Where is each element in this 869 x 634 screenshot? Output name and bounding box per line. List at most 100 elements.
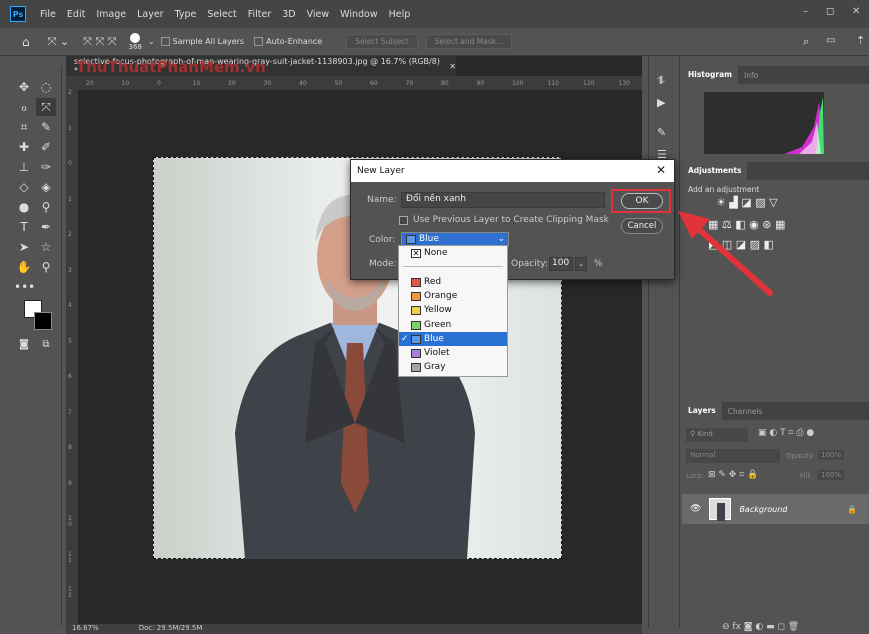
lasso-tool-icon[interactable]: ℴ: [14, 98, 34, 116]
brush-tool-icon[interactable]: ✐: [36, 138, 56, 156]
status-bar: 16.67% Doc: 29.5M/29.5M: [66, 624, 642, 634]
brush-mode-icon[interactable]: ⤧ ⤧ ⤧: [83, 35, 116, 49]
brush-settings-icon[interactable]: ✎: [657, 126, 666, 139]
auto-enhance-checkbox[interactable]: Auto-Enhance: [254, 37, 322, 46]
quick-selection-tool-icon[interactable]: ⤧: [36, 98, 56, 116]
dodge-tool-icon[interactable]: ⚲: [36, 198, 56, 216]
color-option-blue[interactable]: ✓ Blue: [399, 332, 507, 346]
tab-channels[interactable]: Channels: [722, 407, 769, 416]
brush-size-value: 368: [128, 42, 142, 51]
path-selection-icon[interactable]: ➤: [14, 238, 34, 256]
menu-select[interactable]: Select: [207, 9, 236, 20]
opacity-field[interactable]: 100: [549, 257, 573, 271]
eye-icon[interactable]: 👁: [690, 504, 701, 514]
menu-type[interactable]: Type: [175, 9, 197, 20]
hand-tool-icon[interactable]: ✋: [14, 258, 34, 276]
layer-row-background[interactable]: 👁 Background 🔒: [682, 494, 869, 524]
watermark: ThuThuatPhanMem.vn: [76, 58, 266, 76]
menu-file[interactable]: File: [40, 9, 56, 20]
eraser-tool-icon[interactable]: ◇: [14, 178, 34, 196]
opacity-dropdown[interactable]: ⌄: [575, 257, 587, 271]
color-option-violet[interactable]: Violet: [399, 346, 507, 360]
color-option-orange[interactable]: Orange: [399, 289, 507, 303]
color-swatch: [411, 362, 421, 372]
menu-view[interactable]: View: [307, 9, 330, 20]
healing-brush-icon[interactable]: ✚: [14, 138, 34, 156]
minimize-button[interactable]: –: [803, 6, 808, 17]
ruler-top-label: 100: [512, 80, 524, 87]
menu-filter[interactable]: Filter: [248, 9, 272, 20]
quick-mask-icon[interactable]: ◙: [14, 336, 34, 354]
menu-window[interactable]: Window: [340, 9, 377, 20]
thumbnail-figure: [717, 503, 726, 521]
layer-kind-filter[interactable]: ⚲ Kind: [686, 428, 748, 442]
fill-value[interactable]: 100%: [818, 470, 845, 480]
close-tab-icon[interactable]: ✕: [449, 62, 456, 71]
color-option-red[interactable]: Red: [399, 275, 507, 289]
more-tools-icon[interactable]: •••: [14, 278, 35, 296]
ruler-left-label: 1 0: [68, 515, 72, 528]
color-option-none[interactable]: ✕ None: [399, 246, 507, 260]
color-option-yellow[interactable]: Yellow: [399, 303, 507, 317]
fill-label: Fill:: [800, 472, 812, 480]
close-window-button[interactable]: ✕: [852, 6, 860, 17]
ruler-left-label: 7: [68, 408, 72, 416]
workspace-icon[interactable]: ▭: [826, 35, 835, 46]
eyedropper-tool-icon[interactable]: ✎: [36, 118, 56, 136]
layer-footer-icons[interactable]: ⊖ fx ◙ ◐ ▬ ◻ 🗑: [722, 622, 799, 632]
home-icon[interactable]: ⌂: [22, 35, 30, 49]
menu-3d[interactable]: 3D: [282, 9, 295, 20]
shape-tool-icon[interactable]: ☆: [36, 238, 56, 256]
zoom-level[interactable]: 16.67%: [72, 624, 99, 634]
type-tool-icon[interactable]: T: [14, 218, 34, 236]
paint-bucket-icon[interactable]: ◈: [36, 178, 56, 196]
blur-tool-icon[interactable]: ●: [14, 198, 34, 216]
zoom-tool-icon[interactable]: ⚲: [36, 258, 56, 276]
clone-stamp-icon[interactable]: ⊥: [14, 158, 34, 176]
select-subject-button[interactable]: Select Subject: [346, 34, 418, 49]
menu-help[interactable]: Help: [389, 9, 411, 20]
lock-icons[interactable]: ⊠ ✎ ✥ ⌗ 🔒: [708, 470, 758, 480]
ruler-left-label: 5: [68, 337, 72, 345]
chevron-down-icon: ⌄: [497, 234, 505, 244]
brush-size-picker[interactable]: 368: [128, 32, 142, 51]
close-icon[interactable]: ✕: [656, 163, 666, 177]
history-panel-icon[interactable]: ⥮: [657, 74, 665, 88]
ok-button[interactable]: OK: [621, 193, 663, 209]
checkmark-icon: ✓: [401, 334, 409, 344]
chevron-down-icon[interactable]: ⌄: [148, 37, 155, 46]
ruler-top-ticks: 20 10 0 10 20 30 40 50 60 70 80 90 100 110 120 130: [86, 80, 630, 87]
tab-info[interactable]: Info: [738, 71, 764, 80]
search-icon[interactable]: ⌕: [803, 35, 809, 49]
layer-opacity-value[interactable]: 100%: [818, 450, 845, 460]
maximize-button[interactable]: ◻: [826, 6, 834, 17]
history-brush-icon[interactable]: ✑: [36, 158, 56, 176]
menu-image[interactable]: Image: [96, 9, 126, 20]
dialog-titlebar: New Layer ✕: [351, 160, 674, 182]
marquee-tool-icon[interactable]: ◌: [36, 78, 56, 96]
sample-all-layers-checkbox[interactable]: Sample All Layers: [160, 37, 244, 46]
tab-layers[interactable]: Layers: [682, 402, 722, 420]
actions-play-icon[interactable]: ▶: [657, 96, 665, 109]
layer-filter-icons[interactable]: ▣ ◐ T ⌗ ⎙ ●: [758, 428, 814, 438]
tab-adjustments[interactable]: Adjustments: [682, 162, 748, 180]
pen-tool-icon[interactable]: ✒: [36, 218, 56, 236]
menu-layer[interactable]: Layer: [137, 9, 164, 20]
move-tool-icon[interactable]: ✥: [14, 78, 34, 96]
tab-histogram[interactable]: Histogram: [682, 66, 738, 84]
blend-mode-select[interactable]: Normal: [686, 449, 780, 463]
cancel-button[interactable]: Cancel: [621, 218, 663, 234]
color-select[interactable]: Blue ⌄: [401, 232, 509, 246]
screen-mode-icon[interactable]: ⧉: [36, 336, 56, 354]
color-option-green[interactable]: Green: [399, 318, 507, 332]
menu-edit[interactable]: Edit: [67, 9, 85, 20]
crop-tool-icon[interactable]: ⌗: [14, 118, 34, 136]
clipping-mask-checkbox[interactable]: [399, 216, 408, 225]
quick-selection-tool-icon[interactable]: ⤧ ⌄: [48, 35, 70, 49]
layer-name-field[interactable]: Đổi nền xanh: [401, 192, 605, 208]
select-and-mask-button[interactable]: Select and Mask...: [425, 34, 513, 49]
background-color-swatch[interactable]: [34, 312, 52, 330]
ruler-top-label: 120: [583, 80, 595, 87]
share-icon[interactable]: ⇡: [856, 34, 865, 47]
color-option-gray[interactable]: Gray: [399, 360, 507, 374]
